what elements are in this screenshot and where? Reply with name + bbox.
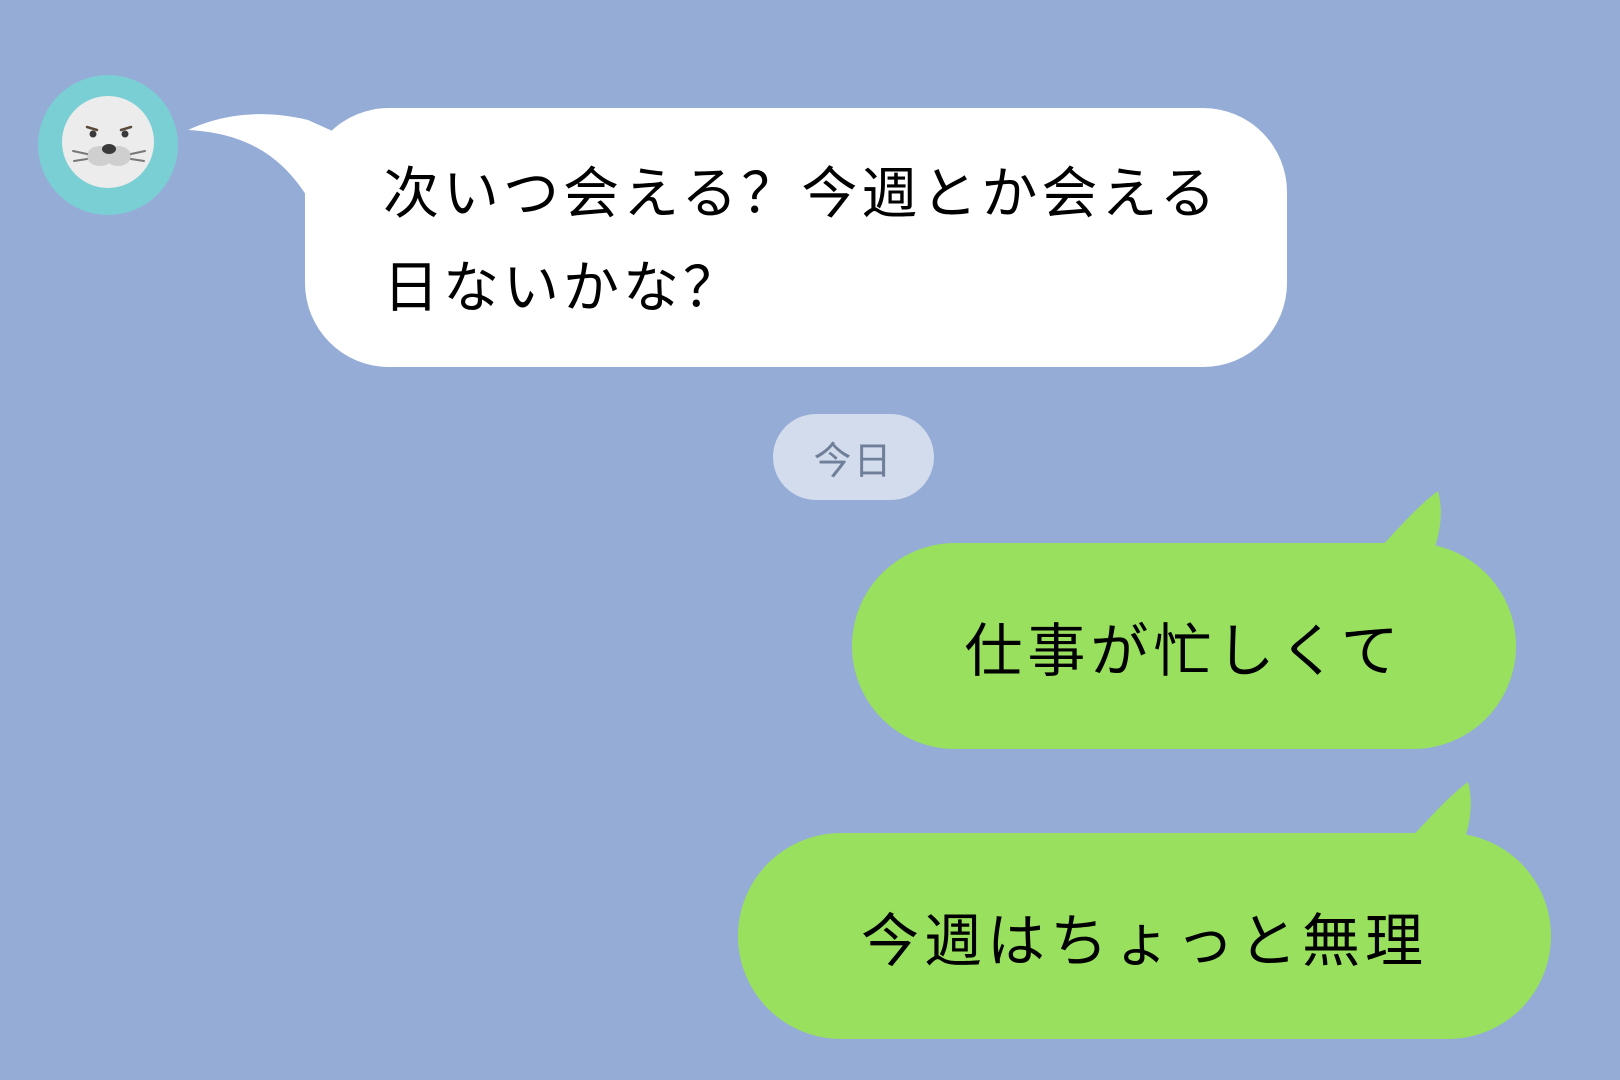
outgoing-message-text: 仕事が忙しくて	[964, 617, 1404, 685]
incoming-message-text: 次いつ会える？今週とか会える日ないかな？	[383, 162, 1220, 321]
outgoing-message-bubble[interactable]: 今週はちょっと無理	[738, 833, 1551, 1039]
date-separator: 今日	[773, 414, 934, 500]
seal-icon	[38, 75, 178, 215]
date-separator-label: 今日	[813, 438, 894, 483]
seal-avatar-icon[interactable]	[37, 74, 179, 216]
outgoing-message-bubble[interactable]: 仕事が忙しくて	[852, 543, 1516, 749]
outgoing-message-text: 今週はちょっと無理	[860, 907, 1428, 975]
incoming-message-bubble[interactable]: 次いつ会える？今週とか会える日ないかな？	[305, 108, 1287, 367]
chat-area: 次いつ会える？今週とか会える日ないかな？ 今日 仕事が忙しくて 今週はちょっと無…	[0, 0, 1620, 1080]
